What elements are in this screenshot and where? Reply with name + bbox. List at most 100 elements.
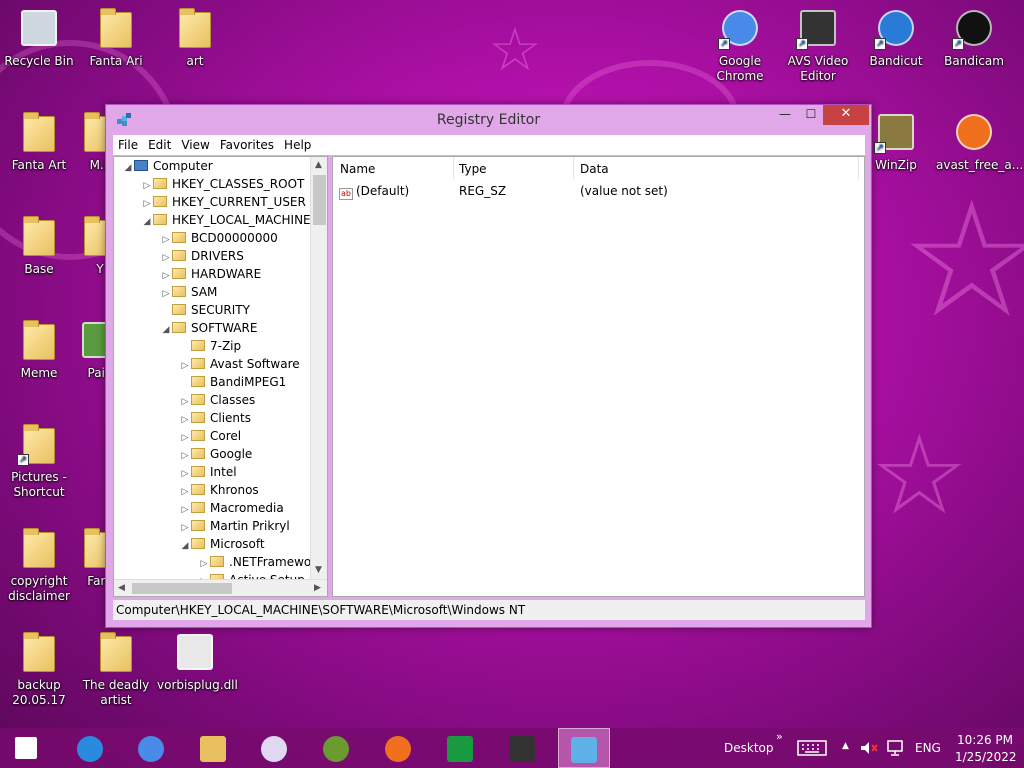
expand-arrow-icon[interactable]: ◢ [160,321,172,339]
tree-node[interactable]: ◢ Microsoft [179,535,265,553]
scroll-right-arrow[interactable]: ▶ [314,583,321,593]
menu-file[interactable]: File [113,135,143,152]
language-indicator[interactable]: ENG [915,741,941,755]
taskbar-app[interactable] [372,728,424,768]
expand-arrow-icon[interactable]: ◢ [122,159,134,177]
volume-muted-icon[interactable] [860,741,878,755]
tree-node[interactable]: ▷ Martin Prikryl [179,517,290,535]
tree-node[interactable]: ▷ .NETFramewor [198,553,317,571]
tree-node[interactable]: ◢ HKEY_LOCAL_MACHINE [141,211,311,229]
close-button[interactable]: ✕ [823,105,869,125]
expand-arrow-icon[interactable]: ◢ [179,537,191,555]
tree-node-label: .NETFramewor [229,555,317,569]
column-header-type[interactable]: Type [459,162,487,176]
tree-node[interactable]: ▷ Classes [179,391,256,409]
desktop-icon-label: art [186,54,204,68]
menu-view[interactable]: View [176,135,214,152]
taskbar-app[interactable] [310,728,362,768]
network-icon[interactable] [886,740,904,756]
menu-help[interactable]: Help [279,135,316,152]
tree-node[interactable]: ▷ Intel [179,463,237,481]
tree-node[interactable]: ◢ SOFTWARE [160,319,258,339]
tree-horizontal-scrollbar[interactable]: ◀ ▶ [114,579,327,596]
column-separator[interactable] [453,157,454,179]
tree-node[interactable]: ▷ HARDWARE [160,265,262,283]
title-bar[interactable]: Registry Editor — ☐ ✕ [106,105,871,135]
desktop-icon[interactable]: ↗ Google Chrome [702,6,778,84]
recycle-bin-icon [17,6,61,50]
taskbar-app[interactable] [64,728,116,768]
folder-icon [173,6,217,50]
shortcut-arrow-icon: ↗ [17,454,29,466]
toolbar-chevron[interactable]: » [776,730,783,743]
tree-node[interactable]: SECURITY [160,301,250,319]
desktop-icon[interactable]: ↗ Bandicut [858,6,934,69]
column-separator[interactable] [573,157,574,179]
desktop-icon-label: Pictures - Shortcut [11,470,67,499]
tree-vertical-scrollbar[interactable]: ▲ ▼ [310,157,327,580]
taskbar-app[interactable] [496,728,548,768]
scroll-down-arrow[interactable]: ▼ [315,565,322,575]
minimize-button[interactable]: — [772,105,798,125]
shortcut-arrow-icon: ↗ [952,38,964,50]
value-row[interactable]: ab (Default) [339,184,409,200]
taskbar-app[interactable] [434,728,486,768]
column-header-name[interactable]: Name [340,162,375,176]
clock-time[interactable]: 10:26 PM [957,733,1013,747]
tree-node[interactable]: ▷ SAM [160,283,218,301]
keyboard-icon[interactable] [797,740,827,756]
scroll-left-arrow[interactable]: ◀ [118,583,125,593]
desktop-icon[interactable]: ↗ AVS Video Editor [780,6,856,84]
desktop-icon[interactable]: ↗ Bandicam [936,6,1012,69]
registry-editor-window[interactable]: Registry Editor — ☐ ✕ File Edit View Favori… [105,104,872,628]
tree-node[interactable]: ▷ Macromedia [179,499,284,517]
desktop-icon[interactable]: avast_free_a... [936,110,1023,173]
desktop-icon[interactable]: art [157,6,233,69]
taskbar-app[interactable] [125,728,177,768]
registry-tree[interactable]: ◢ Computer ▷ HKEY_CLASSES_ROOT ▷ HKEY_CURRENT… [113,156,328,597]
tree-node-label: Classes [210,393,256,407]
clock-date[interactable]: 1/25/2022 [955,750,1017,764]
tree-node[interactable]: BandiMPEG1 [179,373,286,391]
expand-arrow-icon[interactable]: ◢ [141,213,153,231]
tree-node-label: Macromedia [210,501,284,515]
scroll-thumb[interactable] [132,583,232,594]
desktop-toolbar-label[interactable]: Desktop [724,741,774,755]
desktop-icon[interactable]: vorbisplug.dll [157,630,238,693]
tree-node[interactable]: ▷ DRIVERS [160,247,244,265]
tree-node[interactable]: ▷ Corel [179,427,242,445]
tree-node[interactable]: 7-Zip [179,337,241,355]
desktop-icon[interactable]: backup 20.05.17 [1,630,77,708]
menu-edit[interactable]: Edit [143,135,176,152]
column-separator[interactable] [858,157,859,179]
desktop-icon[interactable]: Fanta Ari [78,6,154,69]
tree-node[interactable]: ▷ Clients [179,409,251,427]
taskbar-app[interactable] [558,728,610,768]
scroll-up-arrow[interactable]: ▲ [315,160,322,170]
taskbar-app[interactable] [187,728,239,768]
desktop-icon[interactable]: Recycle Bin [1,6,77,69]
desktop-icon-label: AVS Video Editor [787,54,849,83]
tree-node[interactable]: ◢ Computer [122,157,213,175]
scroll-thumb[interactable] [313,175,326,225]
tree-node[interactable]: ▷ Khronos [179,481,259,499]
menu-favorites[interactable]: Favorites [215,135,279,152]
tree-node-label: HKEY_CURRENT_USER [172,195,306,209]
tree-node[interactable]: ▷ Google [179,445,253,463]
desktop-icon[interactable]: ↗ Pictures - Shortcut [1,422,77,500]
tree-node[interactable]: ▷ HKEY_CURRENT_USER [141,193,306,211]
taskbar-app[interactable] [248,728,300,768]
start-button[interactable] [0,728,52,768]
desktop-icon-label: Google Chrome [716,54,764,83]
folder-icon [191,340,205,351]
values-list[interactable]: Name Type Data ab (Default) REG_SZ (value… [332,156,865,597]
desktop-icon[interactable]: The deadly artist [78,630,154,708]
tree-node[interactable]: ▷ Avast Software [179,355,300,373]
folder-icon [172,322,186,333]
tree-node[interactable]: ▷ BCD00000000 [160,229,278,247]
maximize-button[interactable]: ☐ [798,105,824,125]
tree-node[interactable]: ▷ HKEY_CLASSES_ROOT [141,175,305,193]
column-header-data[interactable]: Data [580,162,609,176]
show-hidden-icons-arrow[interactable]: ▲ [842,741,849,751]
computer-icon [134,160,148,171]
